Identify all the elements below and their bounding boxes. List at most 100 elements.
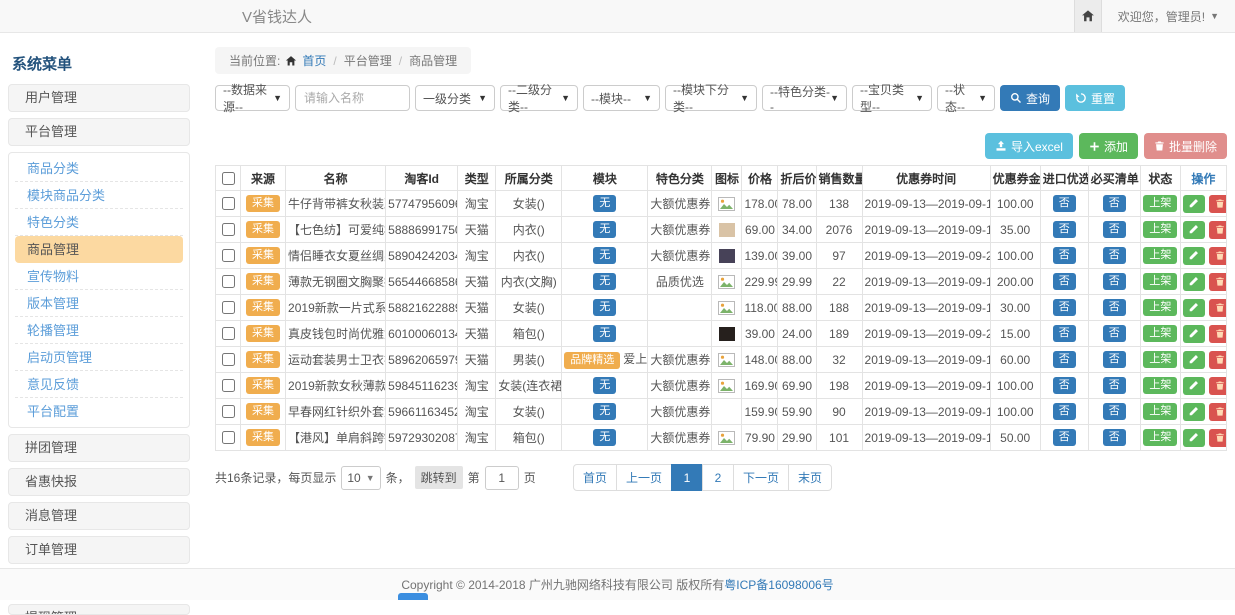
page-button[interactable]: 首页 [573, 464, 617, 491]
sidebar-sub-item[interactable]: 宣传物料 [15, 263, 183, 290]
select-all-checkbox[interactable] [222, 172, 235, 185]
edit-button[interactable] [1183, 429, 1205, 447]
status-badge[interactable]: 上架 [1143, 351, 1177, 367]
sidebar-group-item[interactable]: 省惠快报 [8, 468, 190, 496]
per-page-select[interactable]: 10▼ [341, 466, 380, 490]
status-badge[interactable]: 上架 [1143, 195, 1177, 211]
page-button[interactable]: 1 [671, 464, 703, 491]
status-badge[interactable]: 上架 [1143, 247, 1177, 263]
icp-link[interactable]: 粤ICP备16098006号 [724, 576, 833, 593]
must-buy-toggle[interactable]: 否 [1103, 221, 1126, 237]
row-checkbox[interactable] [222, 301, 235, 314]
filter-select[interactable]: --模块下分类--▼ [665, 85, 757, 111]
must-buy-toggle[interactable]: 否 [1103, 403, 1126, 419]
sidebar-sub-item[interactable]: 特色分类 [15, 209, 183, 236]
home-button[interactable] [1074, 0, 1102, 32]
page-button[interactable]: 末页 [788, 464, 832, 491]
edit-button[interactable] [1183, 195, 1205, 213]
sidebar-group-item[interactable]: 消息管理 [8, 502, 190, 530]
edit-button[interactable] [1183, 247, 1205, 265]
imported-toggle[interactable]: 否 [1053, 247, 1076, 263]
import-excel-button[interactable]: 导入excel [985, 133, 1073, 159]
edit-button[interactable] [1183, 351, 1205, 369]
query-button[interactable]: 查询 [1000, 85, 1060, 111]
filter-select[interactable]: 一级分类▼ [415, 85, 495, 111]
row-checkbox[interactable] [222, 431, 235, 444]
sidebar-group-item[interactable]: 拼团管理 [8, 434, 190, 462]
reset-button[interactable]: 重置 [1065, 85, 1125, 111]
must-buy-toggle[interactable]: 否 [1103, 351, 1126, 367]
imported-toggle[interactable]: 否 [1053, 429, 1076, 445]
status-badge[interactable]: 上架 [1143, 221, 1177, 237]
search-name-input[interactable] [295, 85, 410, 111]
sidebar-sub-item[interactable]: 平台配置 [15, 398, 183, 425]
jump-page-input[interactable] [485, 466, 519, 490]
row-checkbox[interactable] [222, 249, 235, 262]
row-checkbox[interactable] [222, 223, 235, 236]
row-checkbox[interactable] [222, 405, 235, 418]
page-button[interactable]: 2 [702, 464, 734, 491]
edit-button[interactable] [1183, 299, 1205, 317]
imported-toggle[interactable]: 否 [1053, 299, 1076, 315]
row-checkbox[interactable] [222, 353, 235, 366]
sidebar-sub-item[interactable]: 轮播管理 [15, 317, 183, 344]
sidebar-sub-item[interactable]: 启动页管理 [15, 344, 183, 371]
user-menu[interactable]: 欢迎您，管理员! ▼ [1102, 0, 1235, 32]
edit-button[interactable] [1183, 403, 1205, 421]
filter-select[interactable]: --二级分类--▼ [500, 85, 578, 111]
imported-toggle[interactable]: 否 [1053, 195, 1076, 211]
filter-select[interactable]: --宝贝类型--▼ [852, 85, 932, 111]
row-checkbox[interactable] [222, 379, 235, 392]
sidebar-sub-item[interactable]: 商品分类 [15, 155, 183, 182]
imported-toggle[interactable]: 否 [1053, 377, 1076, 393]
must-buy-toggle[interactable]: 否 [1103, 377, 1126, 393]
sidebar-group-item[interactable]: 订单管理 [8, 536, 190, 564]
delete-button[interactable] [1209, 429, 1227, 447]
page-button[interactable]: 上一页 [616, 464, 672, 491]
breadcrumb-home-link[interactable]: 首页 [302, 52, 326, 69]
delete-button[interactable] [1209, 247, 1227, 265]
add-button[interactable]: 添加 [1079, 133, 1138, 159]
filter-select[interactable]: --数据来源--▼ [215, 85, 290, 111]
edit-button[interactable] [1183, 325, 1205, 343]
status-badge[interactable]: 上架 [1143, 273, 1177, 289]
batch-delete-button[interactable]: 批量删除 [1144, 133, 1227, 159]
imported-toggle[interactable]: 否 [1053, 221, 1076, 237]
filter-select[interactable]: --状态--▼ [937, 85, 995, 111]
edit-button[interactable] [1183, 221, 1205, 239]
imported-toggle[interactable]: 否 [1053, 403, 1076, 419]
status-badge[interactable]: 上架 [1143, 299, 1177, 315]
delete-button[interactable] [1209, 195, 1227, 213]
must-buy-toggle[interactable]: 否 [1103, 195, 1126, 211]
sidebar-sub-item[interactable]: 商品管理 [15, 236, 183, 263]
sidebar-sub-item[interactable]: 模块商品分类 [15, 182, 183, 209]
imported-toggle[interactable]: 否 [1053, 325, 1076, 341]
delete-button[interactable] [1209, 403, 1227, 421]
edit-button[interactable] [1183, 377, 1205, 395]
sidebar-group-item[interactable]: 平台管理 [8, 118, 190, 146]
must-buy-toggle[interactable]: 否 [1103, 273, 1126, 289]
jump-button[interactable]: 跳转到 [415, 466, 463, 489]
must-buy-toggle[interactable]: 否 [1103, 429, 1126, 445]
row-checkbox[interactable] [222, 197, 235, 210]
sidebar-group-item[interactable]: 提现管理 [8, 604, 190, 615]
page-button[interactable]: 下一页 [733, 464, 789, 491]
status-badge[interactable]: 上架 [1143, 403, 1177, 419]
status-badge[interactable]: 上架 [1143, 377, 1177, 393]
delete-button[interactable] [1209, 377, 1227, 395]
delete-button[interactable] [1209, 299, 1227, 317]
sidebar-sub-item[interactable]: 版本管理 [15, 290, 183, 317]
edit-button[interactable] [1183, 273, 1205, 291]
row-checkbox[interactable] [222, 275, 235, 288]
must-buy-toggle[interactable]: 否 [1103, 247, 1126, 263]
imported-toggle[interactable]: 否 [1053, 351, 1076, 367]
must-buy-toggle[interactable]: 否 [1103, 325, 1126, 341]
delete-button[interactable] [1209, 325, 1227, 343]
sidebar-sub-item[interactable]: 意见反馈 [15, 371, 183, 398]
imported-toggle[interactable]: 否 [1053, 273, 1076, 289]
delete-button[interactable] [1209, 221, 1227, 239]
sidebar-group-item[interactable]: 用户管理 [8, 84, 190, 112]
delete-button[interactable] [1209, 273, 1227, 291]
status-badge[interactable]: 上架 [1143, 325, 1177, 341]
must-buy-toggle[interactable]: 否 [1103, 299, 1126, 315]
